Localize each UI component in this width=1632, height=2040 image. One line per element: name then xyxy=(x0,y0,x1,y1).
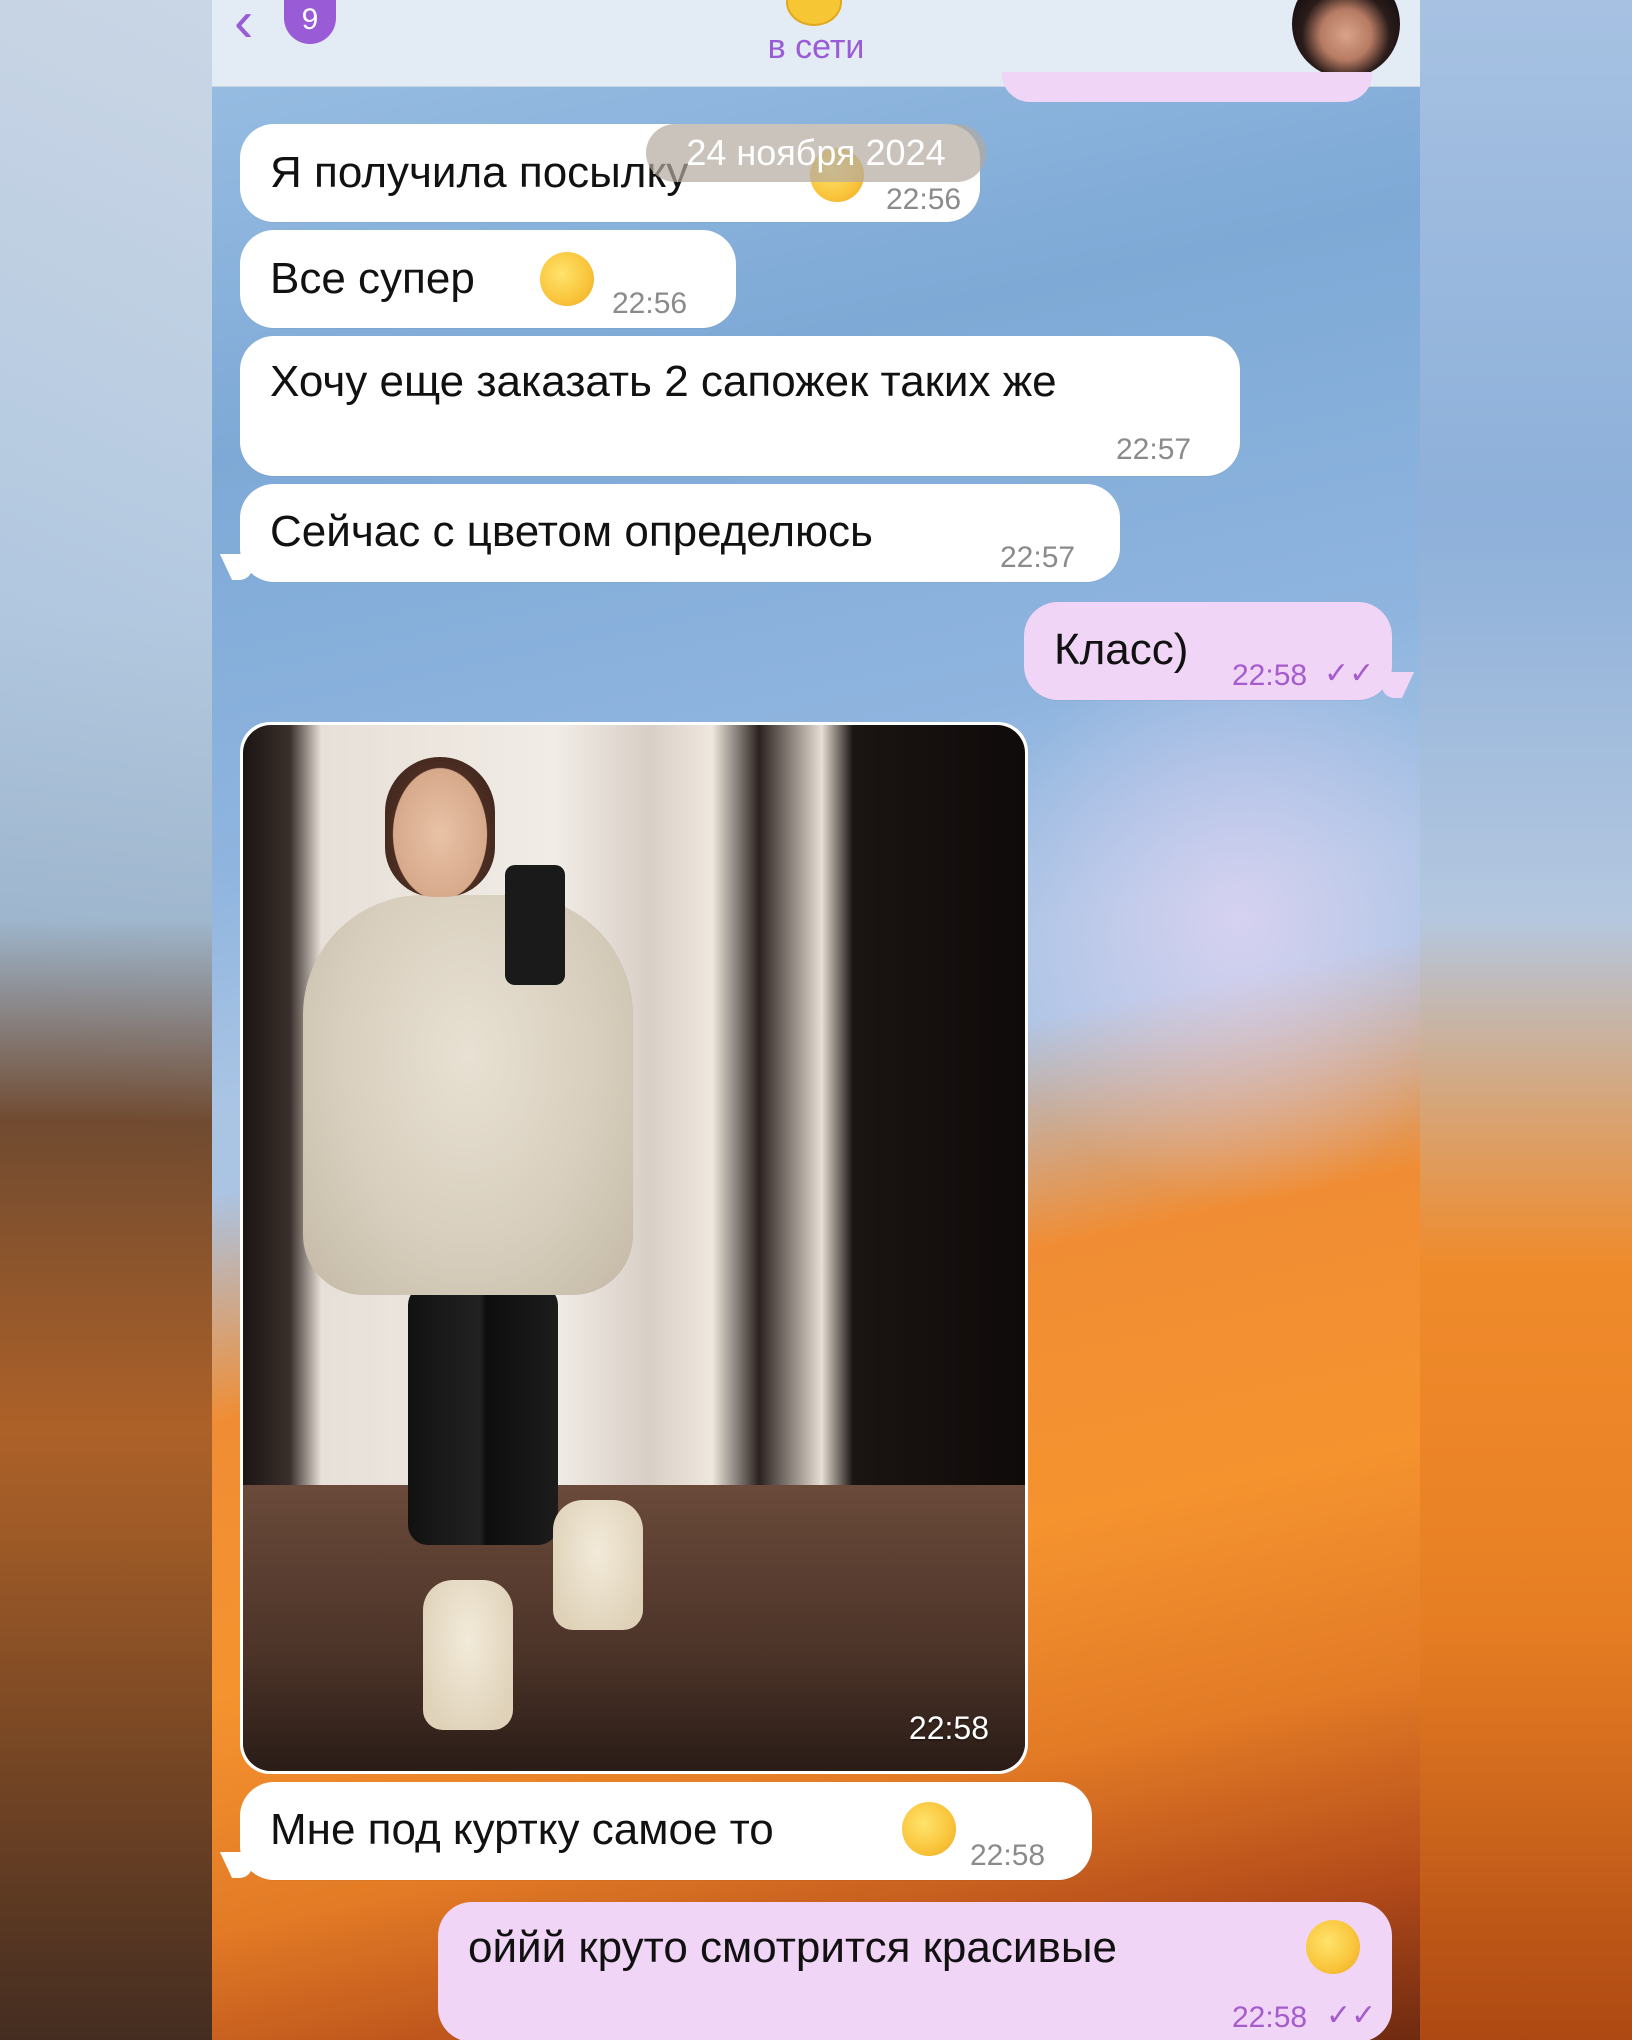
message-text: Мне под куртку самое то xyxy=(270,1805,774,1854)
message-text: Сейчас с цветом определюсь xyxy=(270,507,873,556)
chat-screen: ‹ 9 в сети Я получила посылку 22:56 24 н… xyxy=(212,0,1420,2040)
photo-legs xyxy=(408,1285,558,1545)
photo-jacket xyxy=(303,895,633,1295)
photo-message[interactable]: 22:58 xyxy=(240,722,1028,1774)
message-time: 22:58 xyxy=(908,1710,989,1746)
message-time: 22:57 xyxy=(1116,433,1192,466)
message-time: 22:58 xyxy=(1232,659,1308,692)
double-check-icon: ✓✓ xyxy=(1326,1999,1377,2032)
message-bubble-outgoing[interactable]: оййй круто смотрится красивые 22:58 ✓✓ xyxy=(438,1902,1392,2040)
photo-phone xyxy=(505,865,565,985)
photo-boot-left xyxy=(423,1580,513,1730)
status-emoji-icon xyxy=(786,0,842,26)
message-bubble[interactable]: Хочу еще заказать 2 сапожек таких же 22:… xyxy=(240,336,1240,476)
contact-status: в сети xyxy=(767,28,865,66)
photo-image[interactable]: 22:58 xyxy=(243,725,1025,1771)
message-text: оййй круто смотрится красивые xyxy=(468,1923,1117,1972)
message-text: Все супер xyxy=(270,254,475,303)
message-time: 22:58 xyxy=(1232,2001,1308,2034)
date-separator: 24 ноября 2024 xyxy=(646,124,986,182)
smiling-face-with-hearts-icon xyxy=(540,252,594,306)
message-text: Хочу еще заказать 2 сапожек таких же xyxy=(270,357,1057,406)
photo-boot-right xyxy=(553,1500,643,1630)
smiling-face-with-hearts-icon xyxy=(902,1802,956,1856)
double-check-icon: ✓✓ xyxy=(1324,657,1375,690)
background-blur-right xyxy=(1420,0,1632,2040)
message-bubble[interactable]: Все супер 22:56 xyxy=(240,230,736,328)
message-bubble[interactable]: Мне под куртку самое то 22:58 xyxy=(240,1782,1092,1880)
heart-eyes-icon xyxy=(1306,1920,1360,1974)
message-time: 22:58 xyxy=(970,1839,1046,1872)
message-time: 22:56 xyxy=(612,287,688,320)
background-blur-left xyxy=(0,0,212,2040)
message-bubble-outgoing[interactable]: Класс) 22:58 ✓✓ xyxy=(1024,602,1392,700)
message-text: Класс) xyxy=(1054,625,1189,674)
message-bubble[interactable]: Сейчас с цветом определюсь 22:57 xyxy=(240,484,1120,582)
message-text: Я получила посылку xyxy=(270,148,689,197)
previous-outgoing-bubble[interactable] xyxy=(1002,72,1372,102)
photo-head xyxy=(385,757,495,897)
message-time: 22:57 xyxy=(1000,541,1076,574)
